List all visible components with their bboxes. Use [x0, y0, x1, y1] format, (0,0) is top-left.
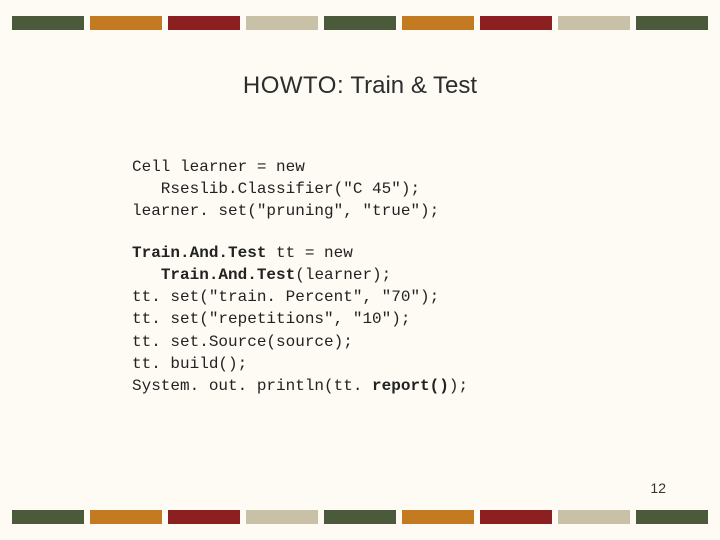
- code-token-bold: Train.And.Test: [132, 244, 266, 262]
- title-text: Train & Test: [344, 72, 477, 99]
- code-line: Cell learner = new: [132, 158, 305, 176]
- code-line: tt. set("train. Percent", "70");: [132, 288, 439, 306]
- code-token: tt = new: [266, 244, 352, 262]
- code-line: tt. build();: [132, 355, 247, 373]
- code-token: [132, 266, 161, 284]
- code-line: tt. set("repetitions", "10");: [132, 310, 410, 328]
- code-token: (learner);: [295, 266, 391, 284]
- code-token: );: [449, 377, 468, 395]
- slide-title: HOWTO: Train & Test: [0, 72, 720, 100]
- code-line: learner. set("pruning", "true");: [132, 202, 439, 220]
- decorative-stripe-bottom: [12, 508, 708, 526]
- code-block: Cell learner = new Rseslib.Classifier("C…: [132, 156, 468, 397]
- code-token-bold: Train.And.Test: [161, 266, 295, 284]
- code-token-bold: report(): [372, 377, 449, 395]
- title-prefix: HOWTO:: [243, 72, 344, 99]
- page-number: 12: [650, 480, 666, 496]
- decorative-stripe-top: [12, 14, 708, 32]
- code-token: System. out. println(tt.: [132, 377, 372, 395]
- code-line: Rseslib.Classifier("C 45");: [132, 180, 420, 198]
- code-line: tt. set.Source(source);: [132, 333, 353, 351]
